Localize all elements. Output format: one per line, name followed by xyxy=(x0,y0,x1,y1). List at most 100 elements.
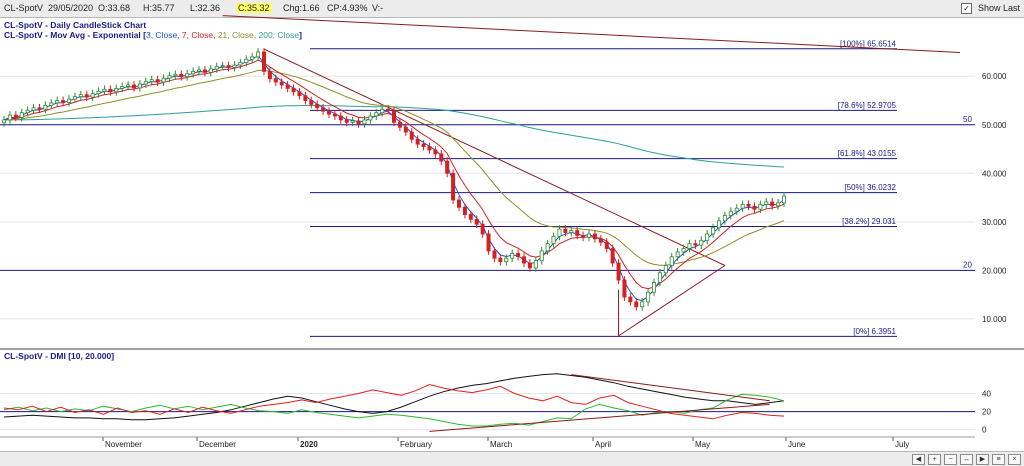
candle-body xyxy=(196,69,201,72)
candle-body xyxy=(728,210,733,216)
candle-body xyxy=(137,83,142,89)
candle-body xyxy=(622,279,627,298)
ema-lines xyxy=(3,54,785,302)
time-tick-label: May xyxy=(695,440,710,449)
ema200-legend: 200, Close xyxy=(258,30,299,40)
dmi-series-plusdi xyxy=(3,393,785,427)
candle-body xyxy=(43,104,48,110)
time-tick-label: April xyxy=(595,440,611,449)
candle-body xyxy=(439,153,444,162)
fit-icon[interactable]: ↔ xyxy=(960,454,973,465)
candle-body xyxy=(173,73,178,77)
candle-body xyxy=(131,84,136,89)
navigation-bar: ◀ + − ↔ ▶ ≡ × xyxy=(0,451,1024,466)
candle-body xyxy=(25,109,30,114)
ema-legend-suffix: ] xyxy=(299,30,302,40)
candle-body xyxy=(563,228,568,233)
candle-body xyxy=(474,218,479,225)
fib-level-label: [0%] 6.3951 xyxy=(853,327,896,336)
candle-body xyxy=(273,78,278,83)
candle-body xyxy=(368,115,373,121)
candle-body xyxy=(291,87,296,93)
ema3-legend: 3, Close, xyxy=(146,30,180,40)
candle-body xyxy=(492,250,497,259)
candle-body xyxy=(634,301,639,308)
ema-21-line xyxy=(3,69,785,266)
chart-canvas[interactable]: 5020[100%] 65.6514[78.6%] 52.9705[61.8%]… xyxy=(0,0,1024,465)
candle-body xyxy=(391,109,396,123)
candle-body xyxy=(722,215,727,222)
candle-body xyxy=(504,257,509,263)
candle-body xyxy=(7,114,12,121)
scroll-left-icon[interactable]: ◀ xyxy=(912,454,925,465)
candle-body xyxy=(557,228,562,237)
candle-body xyxy=(652,282,657,293)
price-gridlines xyxy=(0,75,975,320)
candle-body xyxy=(102,88,107,92)
candle-body xyxy=(480,223,485,235)
candle-body xyxy=(185,73,190,78)
candle-body xyxy=(374,112,379,117)
candle-body xyxy=(456,199,461,208)
price-legend-title: CL-SpotV - Daily CandleStick Chart xyxy=(4,20,146,30)
candle-body xyxy=(208,68,213,73)
zoom-in-icon[interactable]: + xyxy=(928,454,941,465)
time-tick-label: 2020 xyxy=(300,440,318,449)
candle-body xyxy=(462,206,467,215)
candle-body xyxy=(681,248,686,253)
candle-body xyxy=(37,107,42,110)
candle-body xyxy=(397,121,402,128)
dmi-tick-label: 0 xyxy=(982,426,987,435)
candle-body xyxy=(202,69,207,73)
candle-body xyxy=(238,62,243,66)
candle-body xyxy=(149,79,154,82)
dmi-trendline-down xyxy=(571,374,770,402)
candle-body xyxy=(226,65,231,68)
candle-body xyxy=(498,257,503,263)
candle-body xyxy=(350,120,355,123)
candle-body xyxy=(758,203,763,210)
candle-body xyxy=(191,70,196,75)
candles xyxy=(2,48,787,311)
ema-3-line xyxy=(3,54,785,302)
candle-body xyxy=(687,243,692,249)
candle-body xyxy=(96,90,101,95)
trendlines xyxy=(222,15,961,337)
candle-body xyxy=(279,81,284,86)
candle-body xyxy=(256,51,261,58)
ema-legend-prefix: CL-SpotV - Mov Avg - Exponential [ xyxy=(4,30,146,40)
candle-body xyxy=(669,256,674,266)
close-icon[interactable]: × xyxy=(1008,454,1021,465)
scroll-right-icon[interactable]: ▶ xyxy=(976,454,989,465)
candle-body xyxy=(167,75,172,79)
candle-body xyxy=(403,126,408,133)
candle-body xyxy=(108,88,113,93)
candle-body xyxy=(764,201,769,205)
ema7-legend: 7, Close, xyxy=(182,30,216,40)
candle-body xyxy=(303,95,308,101)
candle-body xyxy=(380,108,385,114)
price-tick-label: 20.000 xyxy=(982,266,1007,275)
candle-body xyxy=(575,230,580,236)
settings-icon[interactable]: ≡ xyxy=(992,454,1005,465)
candle-body xyxy=(551,235,556,245)
candle-body xyxy=(2,119,7,124)
candle-body xyxy=(356,120,361,125)
candle-body xyxy=(179,73,184,78)
candle-body xyxy=(545,243,550,252)
candle-body xyxy=(711,227,716,235)
dmi-panel: 40 20 0 xyxy=(0,373,991,435)
price-tick-label: 10.000 xyxy=(982,315,1007,324)
candle-body xyxy=(220,65,225,67)
candle-body xyxy=(486,233,491,252)
candle-body xyxy=(445,160,450,174)
time-tick-label: November xyxy=(105,440,142,449)
candle-body xyxy=(640,301,645,308)
candle-body xyxy=(344,119,349,123)
candle-body xyxy=(693,243,698,246)
zoom-out-icon[interactable]: − xyxy=(944,454,957,465)
candle-body xyxy=(610,248,615,264)
trendline-long-term xyxy=(222,15,961,53)
price-legend-ema: CL-SpotV - Mov Avg - Exponential [3, Clo… xyxy=(4,30,302,40)
candle-body xyxy=(770,201,775,207)
